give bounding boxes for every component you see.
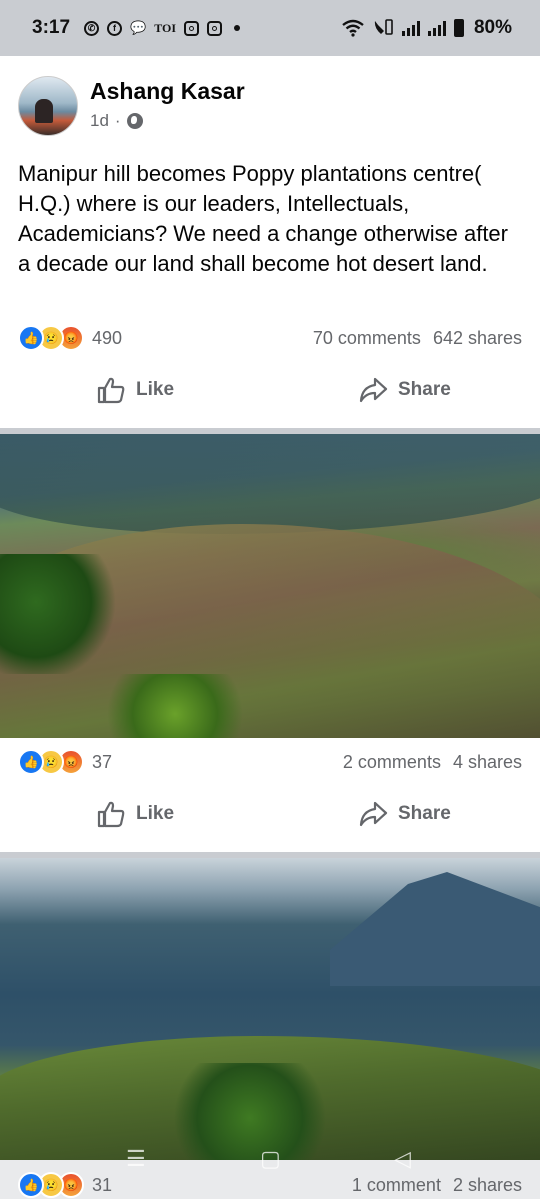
comments-count[interactable]: 2 comments <box>343 752 441 773</box>
action-bar: Like Share <box>0 799 540 839</box>
status-bar: 3:17 ✆ f 💬 TOI 80% <box>0 0 540 56</box>
reaction-icons: 👍 😢 😡 <box>18 1172 84 1198</box>
instagram-icon <box>207 20 223 36</box>
reaction-icons: 👍 😢 😡 <box>18 749 84 775</box>
dot-icon <box>234 25 241 31</box>
volte-icon <box>374 19 393 35</box>
battery-percent: 80% <box>473 17 512 38</box>
avatar[interactable] <box>18 76 78 136</box>
share-button[interactable]: Share <box>358 799 451 829</box>
thumbs-up-icon <box>97 801 125 828</box>
like-button[interactable]: Like <box>96 375 174 405</box>
like-reaction-icon: 👍 <box>18 325 44 351</box>
like-reaction-icon: 👍 <box>18 749 44 775</box>
reaction-count: 37 <box>92 751 113 772</box>
share-label: Share <box>398 379 451 400</box>
post-photo-2[interactable] <box>0 858 540 1160</box>
back-icon[interactable]: ◁ <box>394 1146 411 1172</box>
like-reaction-icon: 👍 <box>18 1172 44 1198</box>
home-icon[interactable]: ▢ <box>260 1146 281 1172</box>
share-label: Share <box>398 803 451 824</box>
action-bar: Like Share <box>0 375 540 415</box>
post-time[interactable]: 1d <box>90 111 109 131</box>
toi-icon: TOI <box>154 20 177 35</box>
wifi-icon <box>342 19 364 37</box>
share-icon <box>359 801 388 827</box>
like-label: Like <box>136 803 175 824</box>
shares-count[interactable]: 642 shares <box>433 328 522 349</box>
whatsapp-icon: ✆ <box>84 20 100 36</box>
share-button[interactable]: Share <box>358 375 451 405</box>
photo-1-footer: 👍 😢 😡 37 2 comments 4 shares Like Share <box>0 738 540 852</box>
reaction-summary[interactable]: 👍 😢 😡 490 70 comments 642 shares <box>18 325 522 351</box>
meta-separator: · <box>114 111 121 130</box>
reaction-count: 490 <box>92 327 123 348</box>
reaction-icons: 👍 😢 😡 <box>18 325 84 351</box>
post-photo-1[interactable] <box>0 434 540 738</box>
post-meta: 1d · <box>90 111 143 131</box>
comments-count[interactable]: 70 comments <box>313 328 421 349</box>
signal-icon <box>401 20 420 36</box>
battery-icon <box>453 19 464 37</box>
like-label: Like <box>136 379 175 400</box>
post-card: Ashang Kasar 1d · Manipur hill becomes P… <box>0 56 540 428</box>
share-icon <box>359 377 388 403</box>
post-text: Manipur hill becomes Poppy plantations c… <box>18 161 508 276</box>
like-button[interactable]: Like <box>96 799 174 829</box>
facebook-icon: f <box>107 20 123 36</box>
globe-icon <box>126 113 143 129</box>
status-time: 3:17 <box>32 17 71 38</box>
system-nav-bar: ☰ ▢ ◁ <box>0 1132 540 1182</box>
recents-icon[interactable]: ☰ <box>126 1146 146 1172</box>
instagram-icon <box>184 20 200 36</box>
thumbs-up-icon <box>97 377 125 404</box>
shares-count[interactable]: 4 shares <box>453 752 522 773</box>
signal-icon <box>427 20 446 36</box>
author-name[interactable]: Ashang Kasar <box>90 78 245 105</box>
reaction-summary[interactable]: 👍 😢 😡 37 2 comments 4 shares <box>18 749 522 775</box>
chat-icon: 💬 <box>130 20 147 35</box>
